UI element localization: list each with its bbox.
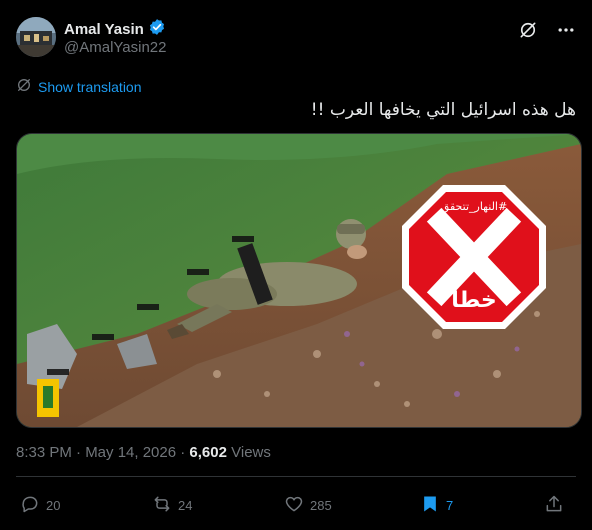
fact-check-stamp: #النهار_تتحقق خطأ — [399, 182, 549, 332]
avatar[interactable] — [16, 17, 56, 57]
translate-icon — [16, 77, 32, 96]
tweet-header-actions — [518, 20, 576, 45]
reply-button[interactable]: 20 — [20, 494, 152, 517]
user-handle[interactable]: @AmalYasin22 — [64, 39, 167, 56]
bookmark-button[interactable]: 7 — [420, 494, 544, 517]
tweet-timestamp[interactable]: 8:33 PM · May 14, 2026 · — [16, 444, 189, 461]
share-button[interactable] — [544, 494, 564, 517]
tweet-media-image[interactable]: #النهار_تتحقق خطأ — [16, 133, 582, 428]
tweet-meta: 8:33 PM · May 14, 2026 · 6,602 Views — [16, 444, 271, 461]
reply-icon — [20, 494, 40, 517]
divider — [16, 476, 576, 477]
bookmark-icon — [420, 494, 440, 517]
reply-count: 20 — [46, 498, 61, 513]
views-label: Views — [226, 444, 271, 461]
tweet-actions: 20 24 285 7 — [20, 494, 576, 517]
verified-badge-icon — [148, 18, 166, 40]
like-count: 285 — [310, 498, 332, 513]
bookmark-count: 7 — [446, 498, 454, 513]
grok-icon[interactable] — [518, 20, 538, 45]
repost-count: 24 — [178, 498, 193, 513]
display-name-text[interactable]: Amal Yasin — [64, 21, 144, 38]
display-name[interactable]: Amal Yasin — [64, 18, 166, 40]
show-translation-link[interactable]: Show translation — [16, 77, 142, 96]
views-count: 6,602 — [189, 444, 227, 461]
repost-icon — [152, 494, 172, 517]
share-icon — [544, 494, 564, 517]
like-icon — [284, 494, 304, 517]
stamp-bottom-label: خطأ — [451, 288, 497, 313]
tweet-text: هل هذه اسرائيل التي يخافها العرب !! — [310, 100, 576, 120]
like-button[interactable]: 285 — [284, 494, 420, 517]
more-icon[interactable] — [556, 20, 576, 45]
stamp-top-label: #النهار_تتحقق — [440, 200, 508, 213]
show-translation-label[interactable]: Show translation — [38, 79, 142, 95]
repost-button[interactable]: 24 — [152, 494, 284, 517]
